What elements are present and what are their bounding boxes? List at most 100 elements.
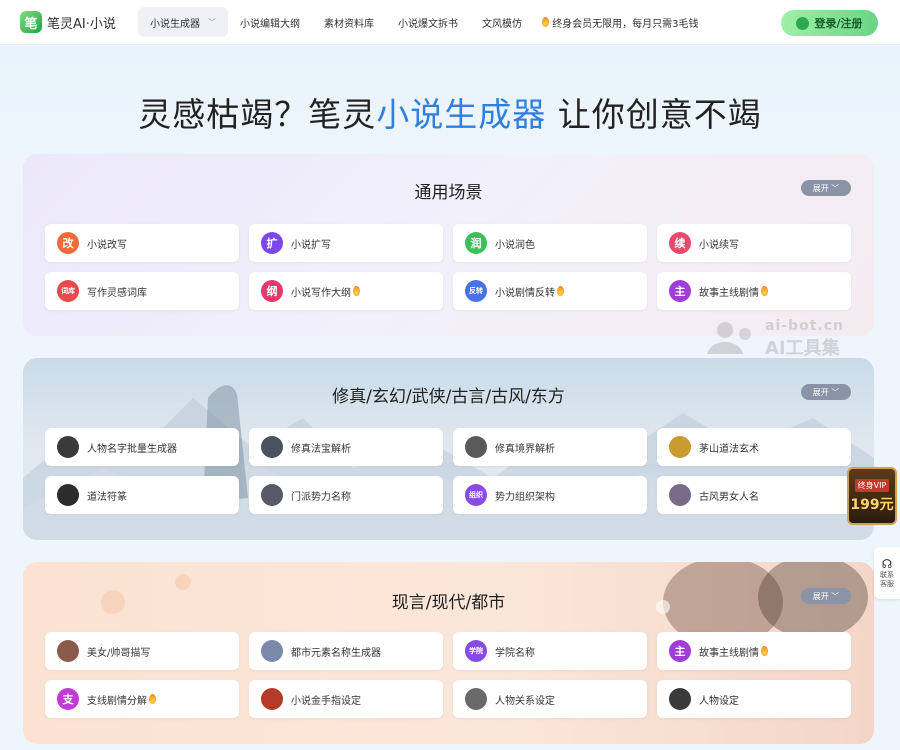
tool-icon: 学院 (465, 640, 487, 662)
logo-text: 笔灵AI·小说 (47, 16, 116, 32)
tool-card[interactable]: 组织 势力组织架构 (453, 476, 647, 514)
tool-card[interactable]: 修真境界解析 (453, 428, 647, 466)
nav-item-label: 小说生成器 (150, 18, 200, 30)
expand-button[interactable]: 展开 ﹀ (801, 384, 851, 400)
tool-label: 都市元素名称生成器 (291, 647, 381, 659)
tool-card[interactable]: 都市元素名称生成器 (249, 632, 443, 670)
tool-label: 小说续写 (699, 239, 739, 251)
nav-item-novel-generator[interactable]: 小说生成器 ﹀ (138, 7, 228, 37)
tool-card[interactable]: 主故事主线剧情 (657, 632, 851, 670)
logo-icon: 笔 (20, 11, 42, 33)
user-icon (796, 16, 810, 30)
vip-label: 终身VIP (854, 478, 890, 492)
expand-button[interactable]: 展开 ﹀ (801, 588, 851, 604)
tool-label: 小说剧情反转 (495, 287, 555, 299)
tool-card[interactable]: 主故事主线剧情 (657, 272, 851, 310)
fire-icon (149, 694, 156, 704)
section-general: 通用场景 展开 ﹀ 改小说改写扩小说扩写润小说润色续小说续写 词库 写作灵感词库纲小… (23, 154, 874, 336)
vip-badge[interactable]: 终身VIP 199元 (847, 467, 897, 525)
tool-icon (669, 688, 691, 710)
tool-label: 学院名称 (495, 647, 535, 659)
nav-item-label: 素材资料库 (324, 18, 374, 30)
headset-icon: ☊ (881, 557, 893, 571)
tool-card[interactable]: 古风男女人名 (657, 476, 851, 514)
tool-label: 道法符篆 (87, 491, 127, 503)
login-button[interactable]: 登录/注册 (781, 10, 878, 36)
tool-card[interactable]: 润小说润色 (453, 224, 647, 262)
tool-label: 小说写作大纲 (291, 287, 351, 299)
tool-label: 势力组织架构 (495, 491, 555, 503)
top-nav: 笔 笔灵AI·小说 小说生成器 ﹀ 小说编辑大纲 素材资料库 小说爆文拆书 文风… (0, 0, 900, 45)
tool-label: 支线剧情分解 (87, 695, 147, 707)
tool-icon: 改 (57, 232, 79, 254)
login-label: 登录/注册 (814, 17, 863, 30)
tool-card[interactable]: 反转 小说剧情反转 (453, 272, 647, 310)
nav-item-book-analysis[interactable]: 小说爆文拆书 (386, 7, 470, 37)
tool-icon: 支 (57, 688, 79, 710)
logo[interactable]: 笔 笔灵AI·小说 (20, 11, 138, 33)
card-grid: 改小说改写扩小说扩写润小说润色续小说续写 词库 写作灵感词库纲小说写作大纲 反转 小说剧… (45, 224, 853, 310)
tool-card[interactable]: 美女/帅哥描写 (45, 632, 239, 670)
chevron-down-icon: ﹀ (831, 591, 840, 601)
contact-support-button[interactable]: ☊ 联系客服 (874, 547, 900, 599)
tool-card[interactable]: 修真法宝解析 (249, 428, 443, 466)
tool-card[interactable]: 人物关系设定 (453, 680, 647, 718)
tool-card[interactable]: 续小说续写 (657, 224, 851, 262)
tool-card[interactable]: 词库 写作灵感词库 (45, 272, 239, 310)
tool-icon (261, 688, 283, 710)
tool-label: 故事主线剧情 (699, 647, 759, 659)
promo-link[interactable]: 终身会员无限用，每月只需3毛钱 (540, 15, 699, 30)
tool-card[interactable]: 人物名字批量生成器 (45, 428, 239, 466)
nav-item-materials[interactable]: 素材资料库 (312, 7, 386, 37)
tool-icon (465, 436, 487, 458)
nav-item-label: 小说编辑大纲 (240, 18, 300, 30)
page-title: 灵感枯竭？笔灵小说生成器 让你创意不竭 (0, 88, 900, 136)
watermark-text: ai-bot.cn (765, 318, 844, 334)
tool-card[interactable]: 门派势力名称 (249, 476, 443, 514)
section-modern: 现言/现代/都市 展开 ﹀ 美女/帅哥描写 都市元素名称生成器 学院 学院名称主故事主… (23, 562, 874, 744)
tool-card[interactable]: 小说金手指设定 (249, 680, 443, 718)
tool-icon (669, 484, 691, 506)
tool-card[interactable]: 茅山道法玄术 (657, 428, 851, 466)
chevron-down-icon: ﹀ (208, 17, 216, 27)
tool-icon: 主 (669, 640, 691, 662)
tool-label: 故事主线剧情 (699, 287, 759, 299)
tool-label: 美女/帅哥描写 (87, 647, 151, 659)
tool-label: 小说扩写 (291, 239, 331, 251)
section-xianxia: 修真/玄幻/武侠/古言/古风/东方 展开 ﹀ 人物名字批量生成器 修真法宝解析 修真… (23, 358, 874, 540)
tool-card[interactable]: 支支线剧情分解 (45, 680, 239, 718)
tool-icon: 润 (465, 232, 487, 254)
tool-icon (57, 484, 79, 506)
tool-label: 古风男女人名 (699, 491, 759, 503)
watermark: ai-bot.cn AI工具集 (705, 318, 875, 359)
chevron-down-icon: ﹀ (831, 387, 840, 397)
fire-icon (542, 16, 549, 27)
tool-icon: 组织 (465, 484, 487, 506)
section-title: 现言/现代/都市 (391, 593, 506, 613)
tool-label: 人物名字批量生成器 (87, 443, 177, 455)
tool-label: 小说改写 (87, 239, 127, 251)
nav-item-outline[interactable]: 小说编辑大纲 (228, 7, 312, 37)
expand-button[interactable]: 展开 ﹀ (801, 180, 851, 196)
watermark-text: AI工具集 (765, 338, 840, 359)
tool-card[interactable]: 人物设定 (657, 680, 851, 718)
tool-icon (57, 640, 79, 662)
nav-item-style-imitation[interactable]: 文风模仿 (470, 7, 534, 37)
section-title: 通用场景 (414, 183, 483, 203)
nav-item-label: 文风模仿 (482, 18, 522, 30)
title-text-before: 灵感枯竭？笔灵 (138, 95, 377, 134)
chevron-down-icon: ﹀ (831, 183, 840, 193)
tool-label: 门派势力名称 (291, 491, 351, 503)
tool-icon (465, 688, 487, 710)
tool-label: 小说金手指设定 (291, 695, 361, 707)
tool-card[interactable]: 扩小说扩写 (249, 224, 443, 262)
tool-card[interactable]: 纲小说写作大纲 (249, 272, 443, 310)
card-grid: 人物名字批量生成器 修真法宝解析 修真境界解析 茅山道法玄术道法符篆 门派势力名称 组织势… (45, 428, 853, 514)
tool-card[interactable]: 学院 学院名称 (453, 632, 647, 670)
tool-icon (261, 436, 283, 458)
tool-card[interactable]: 道法符篆 (45, 476, 239, 514)
fire-icon (353, 286, 360, 296)
expand-label: 展开 (812, 183, 829, 193)
tool-card[interactable]: 改小说改写 (45, 224, 239, 262)
title-highlight: 小说生成器 (376, 95, 547, 134)
